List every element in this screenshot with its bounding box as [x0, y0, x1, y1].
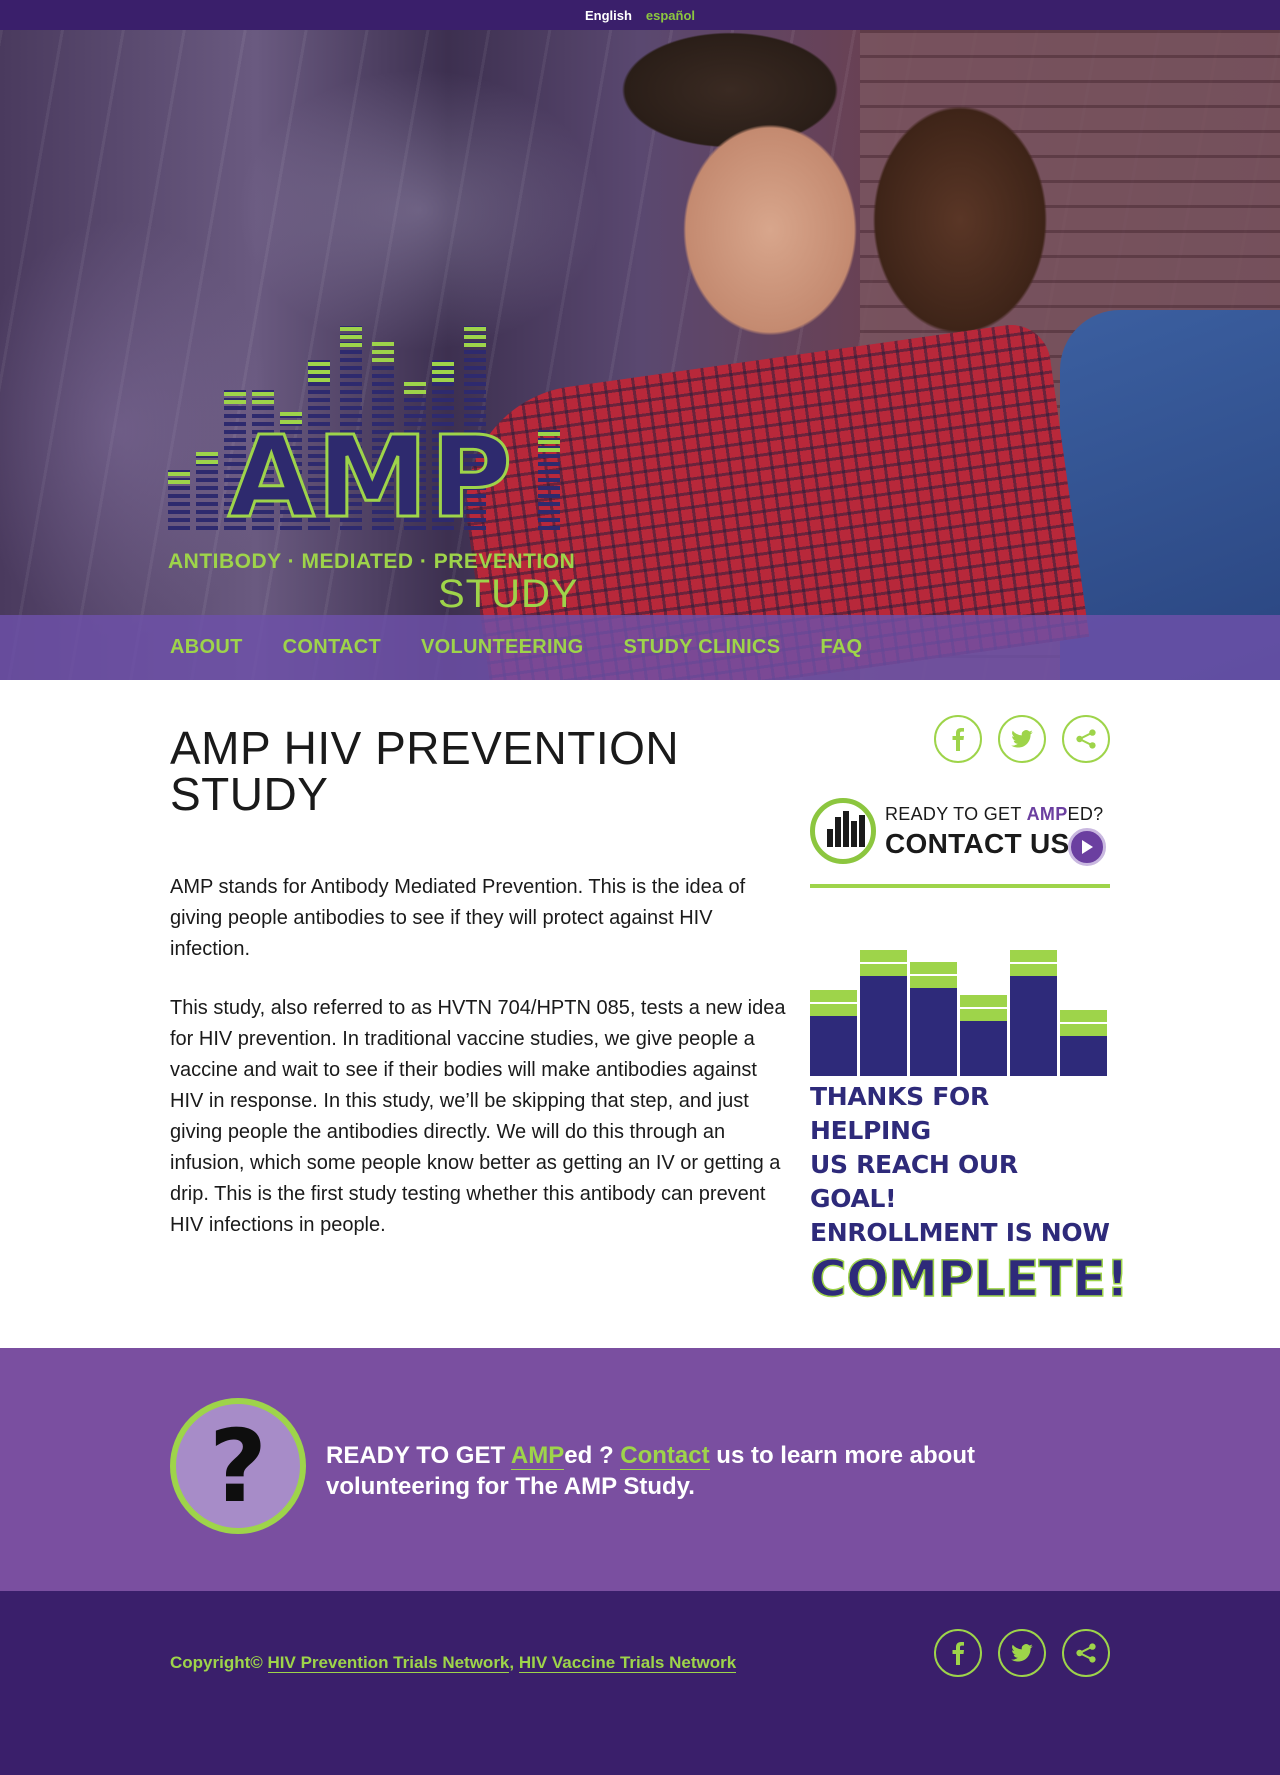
social-share-buttons [810, 715, 1110, 763]
copyright: Copyright© HIV Prevention Trials Network… [170, 1653, 737, 1673]
facebook-icon [952, 728, 964, 751]
amp-logo[interactable]: AMP ANTIBODY · MEDIATED · PREVENTION STU… [168, 300, 588, 620]
logo-study-text: STUDY [438, 572, 579, 616]
facebook-button[interactable] [934, 715, 982, 763]
language-spanish-link[interactable]: español [646, 8, 695, 23]
sidebar: READY TO GET AMPED? CONTACT US THANKS FO… [809, 715, 1129, 1309]
goal-line: THANKS FOR HELPING [810, 1082, 989, 1145]
language-bar: English español [0, 0, 1280, 30]
share-icon [1076, 1643, 1096, 1663]
page-title: AMP HIV PREVENTION STUDY [170, 722, 680, 820]
equalizer-badge-icon [810, 798, 876, 864]
nav-study-clinics[interactable]: STUDY CLINICS [624, 636, 781, 659]
nav-about[interactable]: ABOUT [170, 636, 243, 659]
twitter-button[interactable] [998, 715, 1046, 763]
hvtn-link[interactable]: HIV Vaccine Trials Network [518, 1653, 737, 1673]
study-paragraph: This study, also referred to as HVTN 704… [170, 997, 786, 1236]
footer-social-buttons [934, 1629, 1110, 1677]
cta-message: READY TO GET AMPed ? Contact us to learn… [326, 1442, 975, 1500]
intro-paragraph: AMP stands for Antibody Mediated Prevent… [170, 876, 746, 960]
logo-subtitle: ANTIBODY · MEDIATED · PREVENTION [168, 550, 576, 573]
nav-faq[interactable]: FAQ [820, 636, 862, 659]
article: AMP HIV PREVENTION STUDY AMP stands for … [170, 725, 790, 1241]
language-english-link[interactable]: English [585, 8, 632, 23]
contact-us-banner[interactable]: READY TO GET AMPED? CONTACT US [810, 798, 1110, 888]
enrollment-complete-text: COMPLETE! [809, 1249, 1129, 1309]
share-button[interactable] [1062, 715, 1110, 763]
share-icon [1076, 729, 1096, 749]
footer-share-button[interactable] [1062, 1629, 1110, 1677]
twitter-icon [1011, 1644, 1033, 1662]
facebook-icon [952, 1642, 964, 1665]
main-nav: ABOUT CONTACT VOLUNTEERING STUDY CLINICS… [0, 615, 1280, 680]
play-arrow-icon [1068, 828, 1106, 866]
goal-equalizer-graphic [810, 926, 1110, 1076]
goal-message: THANKS FOR HELPING US REACH OUR GOAL! EN… [810, 1080, 1110, 1250]
goal-line: US REACH OUR GOAL! [810, 1150, 1018, 1213]
goal-line: ENROLLMENT IS NOW [810, 1218, 1110, 1247]
amp-link[interactable]: AMP [510, 1442, 565, 1470]
ready-tagline: READY TO GET AMPED? [885, 804, 1104, 824]
nav-volunteering[interactable]: VOLUNTEERING [421, 636, 584, 659]
contact-link[interactable]: Contact [620, 1442, 710, 1470]
nav-contact[interactable]: CONTACT [283, 636, 381, 659]
footer-facebook-button[interactable] [934, 1629, 982, 1677]
cta-band: ? READY TO GET AMPed ? Contact us to lea… [0, 1348, 1280, 1591]
footer: Copyright© HIV Prevention Trials Network… [0, 1591, 1280, 1775]
hptn-link[interactable]: HIV Prevention Trials Network [267, 1653, 510, 1673]
main-content: AMP HIV PREVENTION STUDY AMP stands for … [0, 680, 1280, 1348]
hero-banner: AMP ANTIBODY · MEDIATED · PREVENTION STU… [0, 30, 1280, 680]
twitter-icon [1011, 730, 1033, 748]
contact-us-label: CONTACT US [885, 828, 1070, 859]
logo-title: AMP [226, 413, 515, 543]
footer-twitter-button[interactable] [998, 1629, 1046, 1677]
question-mark-icon: ? [170, 1398, 306, 1534]
